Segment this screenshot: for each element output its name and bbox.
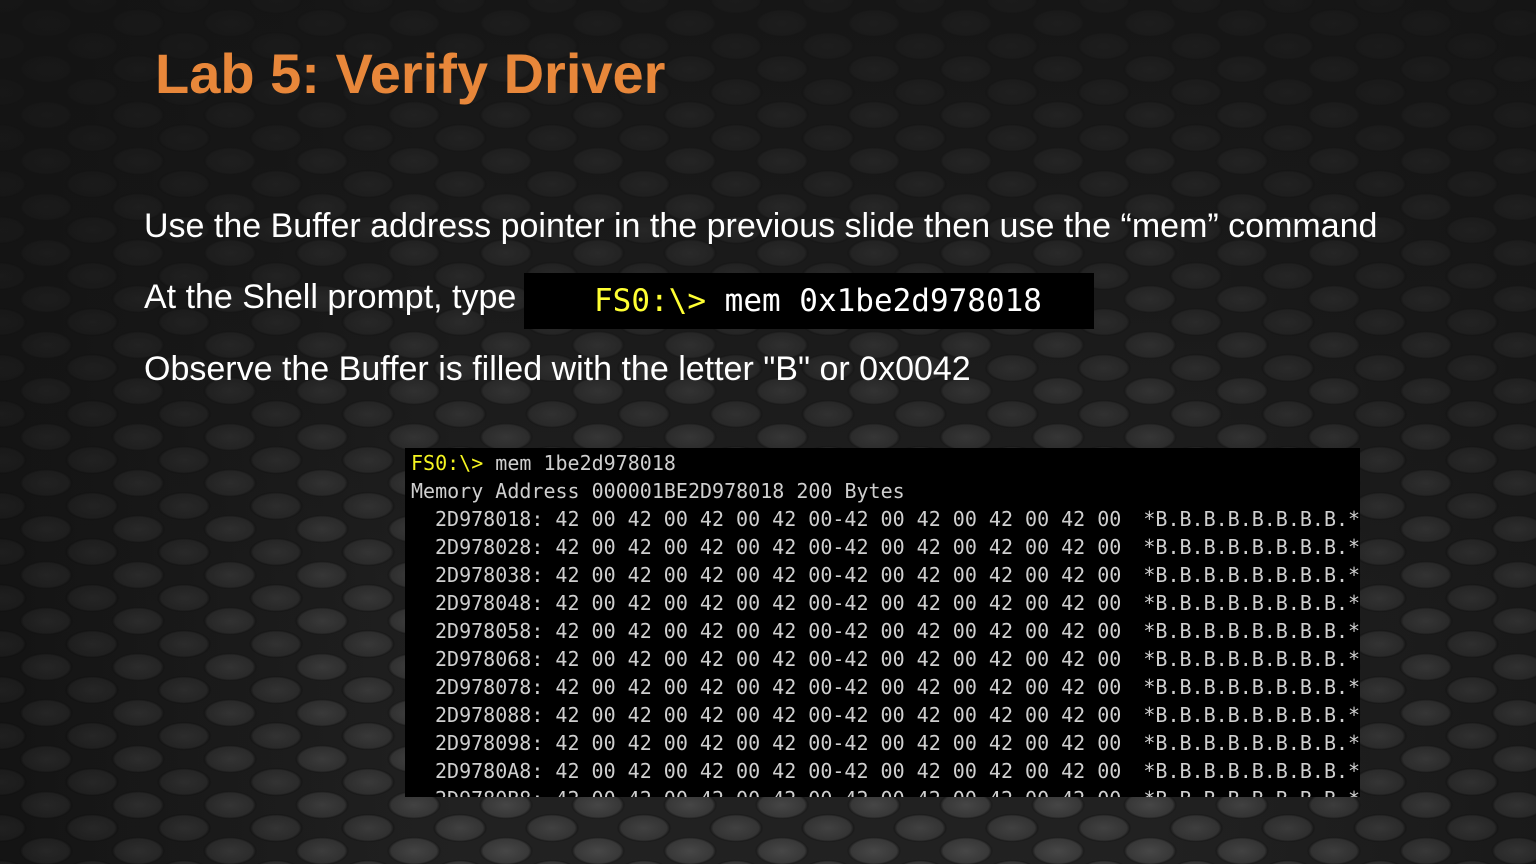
memory-dump: 2D978018: 42 00 42 00 42 00 42 00-42 00 … (411, 505, 1360, 797)
dump-address: 2D978038: (435, 563, 544, 587)
dump-address: 2D978048: (435, 591, 544, 615)
memory-dump-row: 2D978098: 42 00 42 00 42 00 42 00-42 00 … (411, 729, 1360, 757)
memory-dump-row: 2D9780A8: 42 00 42 00 42 00 42 00-42 00 … (411, 757, 1360, 785)
dump-hex: 42 00 42 00 42 00 42 00-42 00 42 00 42 0… (555, 787, 1121, 797)
instruction-use-mem: Use the Buffer address pointer in the pr… (144, 207, 1378, 245)
dump-hex: 42 00 42 00 42 00 42 00-42 00 42 00 42 0… (555, 591, 1122, 615)
memory-dump-row: 2D978068: 42 00 42 00 42 00 42 00-42 00 … (411, 645, 1360, 673)
dump-hex: 42 00 42 00 42 00 42 00-42 00 42 00 42 0… (555, 759, 1122, 783)
dump-address: 2D978078: (435, 675, 544, 699)
terminal-command: mem 1be2d978018 (495, 451, 676, 475)
memory-dump-row: 2D978088: 42 00 42 00 42 00 42 00-42 00 … (411, 701, 1360, 729)
dump-hex: 42 00 42 00 42 00 42 00-42 00 42 00 42 0… (555, 535, 1122, 559)
dump-ascii: *B.B.B.B.B.B.B.B.* (1143, 703, 1360, 727)
dump-hex: 42 00 42 00 42 00 42 00-42 00 42 00 42 0… (555, 563, 1122, 587)
memory-dump-row: 2D978048: 42 00 42 00 42 00 42 00-42 00 … (411, 589, 1360, 617)
shell-output-screenshot: FS0:\> mem 1be2d978018 Memory Address 00… (405, 448, 1360, 797)
terminal-command-line: FS0:\> mem 1be2d978018 (411, 449, 1360, 477)
memory-dump-row: 2D9780B8: 42 00 42 00 42 00 42 00-42 00 … (411, 785, 1360, 797)
dump-address: 2D978028: (435, 535, 544, 559)
dump-hex: 42 00 42 00 42 00 42 00-42 00 42 00 42 0… (555, 647, 1122, 671)
memory-dump-row: 2D978058: 42 00 42 00 42 00 42 00-42 00 … (411, 617, 1360, 645)
dump-hex: 42 00 42 00 42 00 42 00-42 00 42 00 42 0… (555, 619, 1122, 643)
memory-dump-row: 2D978078: 42 00 42 00 42 00 42 00-42 00 … (411, 673, 1360, 701)
dump-address: 2D978098: (435, 731, 544, 755)
command-prompt: FS0:\> (594, 283, 706, 319)
dump-hex: 42 00 42 00 42 00 42 00-42 00 42 00 42 0… (555, 507, 1122, 531)
dump-ascii: *B.B.B.B.B.B.B.B.* (1143, 731, 1360, 755)
dump-address: 2D978018: (435, 507, 544, 531)
dump-address: 2D978058: (435, 619, 544, 643)
dump-address: 2D978088: (435, 703, 544, 727)
terminal-header: Memory Address 000001BE2D978018 200 Byte… (411, 479, 905, 503)
dump-ascii: *B.B.B.B.B.B.B.B.* (1143, 787, 1360, 797)
dump-ascii: *B.B.B.B.B.B.B.B.* (1143, 563, 1360, 587)
dump-hex: 42 00 42 00 42 00 42 00-42 00 42 00 42 0… (555, 731, 1122, 755)
dump-ascii: *B.B.B.B.B.B.B.B.* (1143, 535, 1360, 559)
dump-address: 2D978068: (435, 647, 544, 671)
memory-dump-row: 2D978018: 42 00 42 00 42 00 42 00-42 00 … (411, 505, 1360, 533)
slide-title: Lab 5: Verify Driver (155, 42, 666, 105)
dump-ascii: *B.B.B.B.B.B.B.B.* (1143, 507, 1360, 531)
dump-hex: 42 00 42 00 42 00 42 00-42 00 42 00 42 0… (555, 703, 1122, 727)
command-text: mem 0x1be2d978018 (724, 283, 1042, 319)
dump-hex: 42 00 42 00 42 00 42 00-42 00 42 00 42 0… (555, 675, 1122, 699)
memory-dump-row: 2D978038: 42 00 42 00 42 00 42 00-42 00 … (411, 561, 1360, 589)
instruction-observe-buffer: Observe the Buffer is filled with the le… (144, 350, 971, 388)
dump-ascii: *B.B.B.B.B.B.B.B.* (1143, 619, 1360, 643)
dump-address: 2D9780B8: (435, 787, 543, 797)
dump-ascii: *B.B.B.B.B.B.B.B.* (1143, 591, 1360, 615)
instruction-shell-prompt: At the Shell prompt, type (144, 278, 517, 316)
dump-ascii: *B.B.B.B.B.B.B.B.* (1143, 759, 1360, 783)
memory-dump-row: 2D978028: 42 00 42 00 42 00 42 00-42 00 … (411, 533, 1360, 561)
dump-address: 2D9780A8: (435, 759, 544, 783)
terminal-prompt: FS0:\> (411, 451, 484, 475)
dump-ascii: *B.B.B.B.B.B.B.B.* (1143, 647, 1360, 671)
dump-ascii: *B.B.B.B.B.B.B.B.* (1143, 675, 1360, 699)
command-box: FS0:\> mem 0x1be2d978018 (524, 273, 1094, 329)
